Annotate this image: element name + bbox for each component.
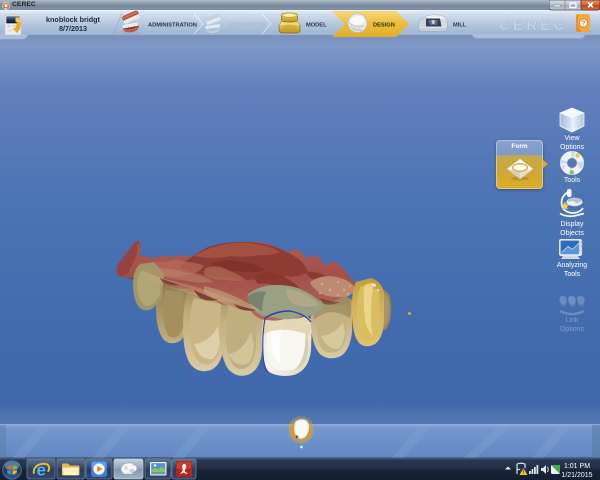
svg-text:Options: Options bbox=[560, 326, 585, 333]
svg-text:Options: Options bbox=[560, 144, 585, 151]
svg-text:MODEL: MODEL bbox=[306, 23, 327, 29]
svg-text:View: View bbox=[564, 135, 580, 142]
svg-text:Display: Display bbox=[561, 221, 584, 228]
svg-text:Tools: Tools bbox=[564, 177, 581, 184]
svg-text:MILL: MILL bbox=[453, 23, 467, 29]
svg-text:Analyzing: Analyzing bbox=[557, 262, 587, 269]
svg-text:?: ? bbox=[581, 21, 585, 28]
svg-text:ADMINISTRATION: ADMINISTRATION bbox=[148, 23, 197, 29]
svg-text:CEREC: CEREC bbox=[499, 17, 568, 34]
svg-text:Tools: Tools bbox=[564, 271, 581, 278]
svg-text:DESIGN: DESIGN bbox=[373, 23, 395, 29]
svg-text:ACQUISITION: ACQUISITION bbox=[228, 23, 265, 29]
svg-text:Objects: Objects bbox=[560, 230, 584, 237]
svg-text:Link: Link bbox=[566, 317, 579, 324]
